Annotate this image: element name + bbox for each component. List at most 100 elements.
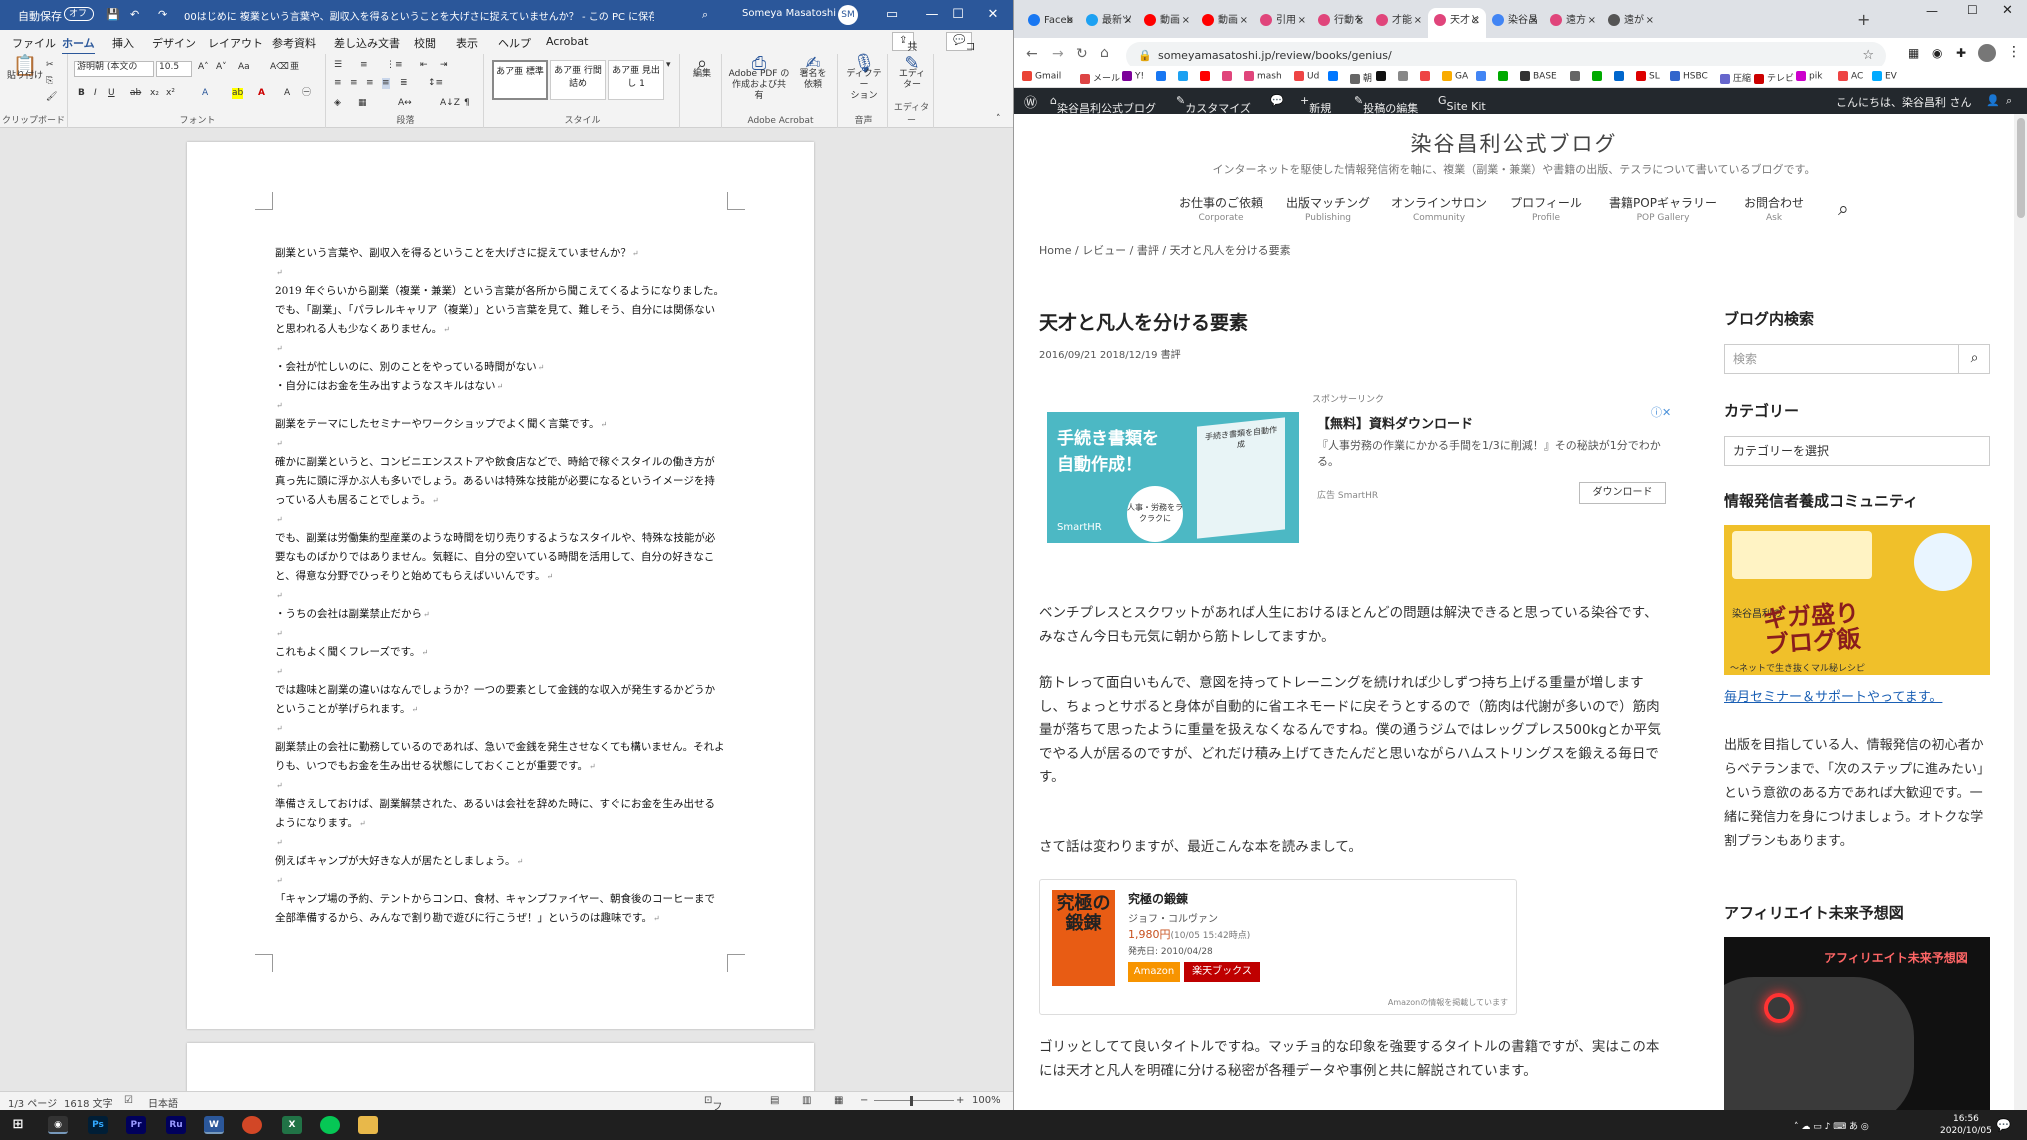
book-cover[interactable]: 究極の鍛錬 [1052,890,1115,986]
extension-icon[interactable]: ▦ [1908,46,1919,60]
breadcrumb[interactable]: Home / レビュー / 書評 / 天才と凡人を分ける要素 [1039,242,1291,258]
nav-community[interactable]: オンラインサロン Community [1384,196,1494,226]
maximize-icon[interactable]: ☐ [938,0,978,30]
reload-icon[interactable]: ↻ [1076,46,1088,62]
language[interactable]: 日本語 [148,1095,178,1110]
search-icon[interactable]: ⌕ [1838,198,1849,220]
document-paragraph[interactable]: 副業という言葉や、副収入を得るということを大げさに捉えていませんか？↵ [275,244,725,263]
document-paragraph[interactable]: 確かに副業というと、コンビニエンスストアや飲食店などで、時給で稼ぐスタイルの働き… [275,453,725,510]
char-shading-icon[interactable]: A [284,88,290,99]
tab-close-icon[interactable]: × [1356,8,1364,34]
tab-close-icon[interactable]: × [1240,8,1248,34]
bookmark-item[interactable] [1614,71,1627,82]
word-taskbar-icon[interactable]: W [204,1116,224,1134]
windows-start-icon[interactable]: ⊞ [8,1116,28,1134]
wordpress-icon[interactable]: Ⓦ [1024,92,1037,111]
browser-tab[interactable]: Faceb × [1022,8,1080,38]
bookmark-item[interactable]: テレビ [1754,71,1794,84]
nav-corporate[interactable]: お仕事のご依頼 Corporate [1172,196,1270,226]
adchoices-icon[interactable]: ⓘ✕ [1651,404,1671,420]
print-layout-icon[interactable]: ▥ [802,1095,811,1106]
minimize-icon[interactable]: — [1926,4,1938,18]
document-paragraph[interactable]: ↵ [275,833,725,852]
affiliate-banner[interactable]: アフィリエイト未来予想図 [1724,937,1990,1110]
increase-indent-icon[interactable]: ⇥ [440,60,448,71]
bookmark-item[interactable]: Gmail [1022,71,1061,82]
back-icon[interactable]: ← [1026,46,1038,62]
autosave-toggle[interactable]: オフ [64,7,94,21]
read-mode-icon[interactable]: ▤ [770,1095,779,1106]
tab-file[interactable]: ファイル [12,35,56,51]
nav-profile[interactable]: プロフィール Profile [1502,196,1590,226]
bookmark-item[interactable] [1178,71,1191,82]
document-paragraph[interactable]: ・自分にはお金を生み出すようなスキルはない↵ [275,377,725,396]
bookmark-item[interactable] [1328,71,1341,82]
tab-close-icon[interactable]: × [1646,8,1654,34]
font-color-icon[interactable]: A [258,88,265,99]
document-paragraph[interactable]: ↵ [275,586,725,605]
document-paragraph[interactable]: 準備さえしておけば、副業解禁された、あるいは会社を辞めた時に、すぐにお金を生み出… [275,795,725,833]
ad-download-button[interactable]: ダウンロード [1579,482,1666,504]
tab-acrobat[interactable]: Acrobat [546,35,588,48]
wp-greeting[interactable]: こんにちは、染谷昌利 さん [1836,94,1972,110]
tray-icons[interactable]: ˄ ☁ ▭ ♪ ⌨ あ ◎ [1794,1119,1869,1132]
shrink-font-icon[interactable]: A˅ [216,62,227,73]
word-count[interactable]: 1618 文字 [64,1095,113,1110]
tab-close-icon[interactable]: × [1066,8,1074,34]
strikethrough-icon[interactable]: ab [130,88,141,99]
document-paragraph[interactable]: ・うちの会社は副業禁止だから↵ [275,605,725,624]
bookmark-item[interactable]: EV [1872,71,1897,82]
document-paragraph[interactable]: ↵ [275,263,725,282]
format-painter-icon[interactable]: 🖌 [46,92,57,103]
zoom-out-icon[interactable]: − [860,1095,868,1106]
enclose-char-icon[interactable]: ㊀ [302,88,311,99]
zoom-slider[interactable] [874,1100,954,1101]
browser-tab[interactable]: 引用 × [1254,8,1312,38]
tab-close-icon[interactable]: × [1182,8,1190,34]
font-size-select[interactable]: 10.5 [156,61,192,77]
ribbon-display-icon[interactable]: ▭ [872,0,912,30]
grow-font-icon[interactable]: A˄ [198,62,209,73]
bookmark-item[interactable] [1476,71,1489,82]
extension-icon[interactable]: ◉ [1932,46,1942,60]
bookmark-item[interactable] [1200,71,1213,82]
collapse-ribbon-icon[interactable]: ˄ [996,114,1001,125]
document-body[interactable]: 副業という言葉や、副収入を得るということを大げさに捉えていませんか？↵ ↵ 2019… [275,244,725,928]
justify-icon[interactable]: ≡ [382,78,390,89]
share-button[interactable]: ⇪ 共有 [892,32,917,68]
bookmark-item[interactable]: pik [1796,71,1822,82]
align-right-icon[interactable]: ≡ [366,78,374,89]
decrease-indent-icon[interactable]: ⇤ [420,60,428,71]
scrollbar-thumb[interactable] [2017,118,2025,218]
site-title[interactable]: 染谷昌利公式ブログ [1014,128,2014,158]
asian-layout-icon[interactable]: A↔ [398,98,412,109]
bullets-icon[interactable]: ☰ [334,60,342,71]
style-no-spacing[interactable]: あア亜 行間詰め [550,60,606,100]
document-paragraph[interactable]: 副業をテーマにしたセミナーやワークショップでよく聞く言葉です。↵ [275,415,725,434]
numbering-icon[interactable]: ≡ [360,60,368,71]
bookmark-item[interactable]: SL [1636,71,1660,82]
browser-tab[interactable]: 行動を × [1312,8,1370,38]
bookmark-item[interactable]: GA [1442,71,1468,82]
italic-icon[interactable]: I [94,88,97,99]
community-banner[interactable]: 染谷昌利の ギガ盛り ブログ飯 〜ネットで生き抜くマル秘レシピ [1724,525,1990,675]
tab-close-icon[interactable]: × [1124,8,1132,34]
seminar-link[interactable]: 毎月セミナー＆サポートやってます。 [1724,686,1942,705]
wp-customize-link[interactable]: ✎ カスタマイズ [1176,94,1251,115]
tab-close-icon[interactable]: × [1298,8,1306,34]
new-tab-icon[interactable]: + [1857,10,1870,29]
tab-review[interactable]: 校閲 [414,35,436,51]
tab-home[interactable]: ホーム [62,35,95,55]
create-pdf-button[interactable]: ⎙ Adobe PDF の 作成および共有 [728,55,790,102]
bookmark-item[interactable] [1570,71,1583,82]
proofing-icon[interactable]: ☑ [124,1095,133,1106]
highlight-icon[interactable]: ab [232,88,244,99]
bookmark-item[interactable]: BASE [1520,71,1557,82]
bookmark-item[interactable]: mash [1244,71,1282,82]
tab-help[interactable]: ヘルプ [498,35,531,51]
document-paragraph[interactable]: ↵ [275,339,725,358]
browser-tab[interactable]: 才能 × [1370,8,1428,38]
document-page-2[interactable] [187,1043,814,1091]
nav-pop-gallery[interactable]: 書籍POPギャラリー POP Gallery [1598,196,1728,226]
change-case-icon[interactable]: Aa [238,62,250,73]
